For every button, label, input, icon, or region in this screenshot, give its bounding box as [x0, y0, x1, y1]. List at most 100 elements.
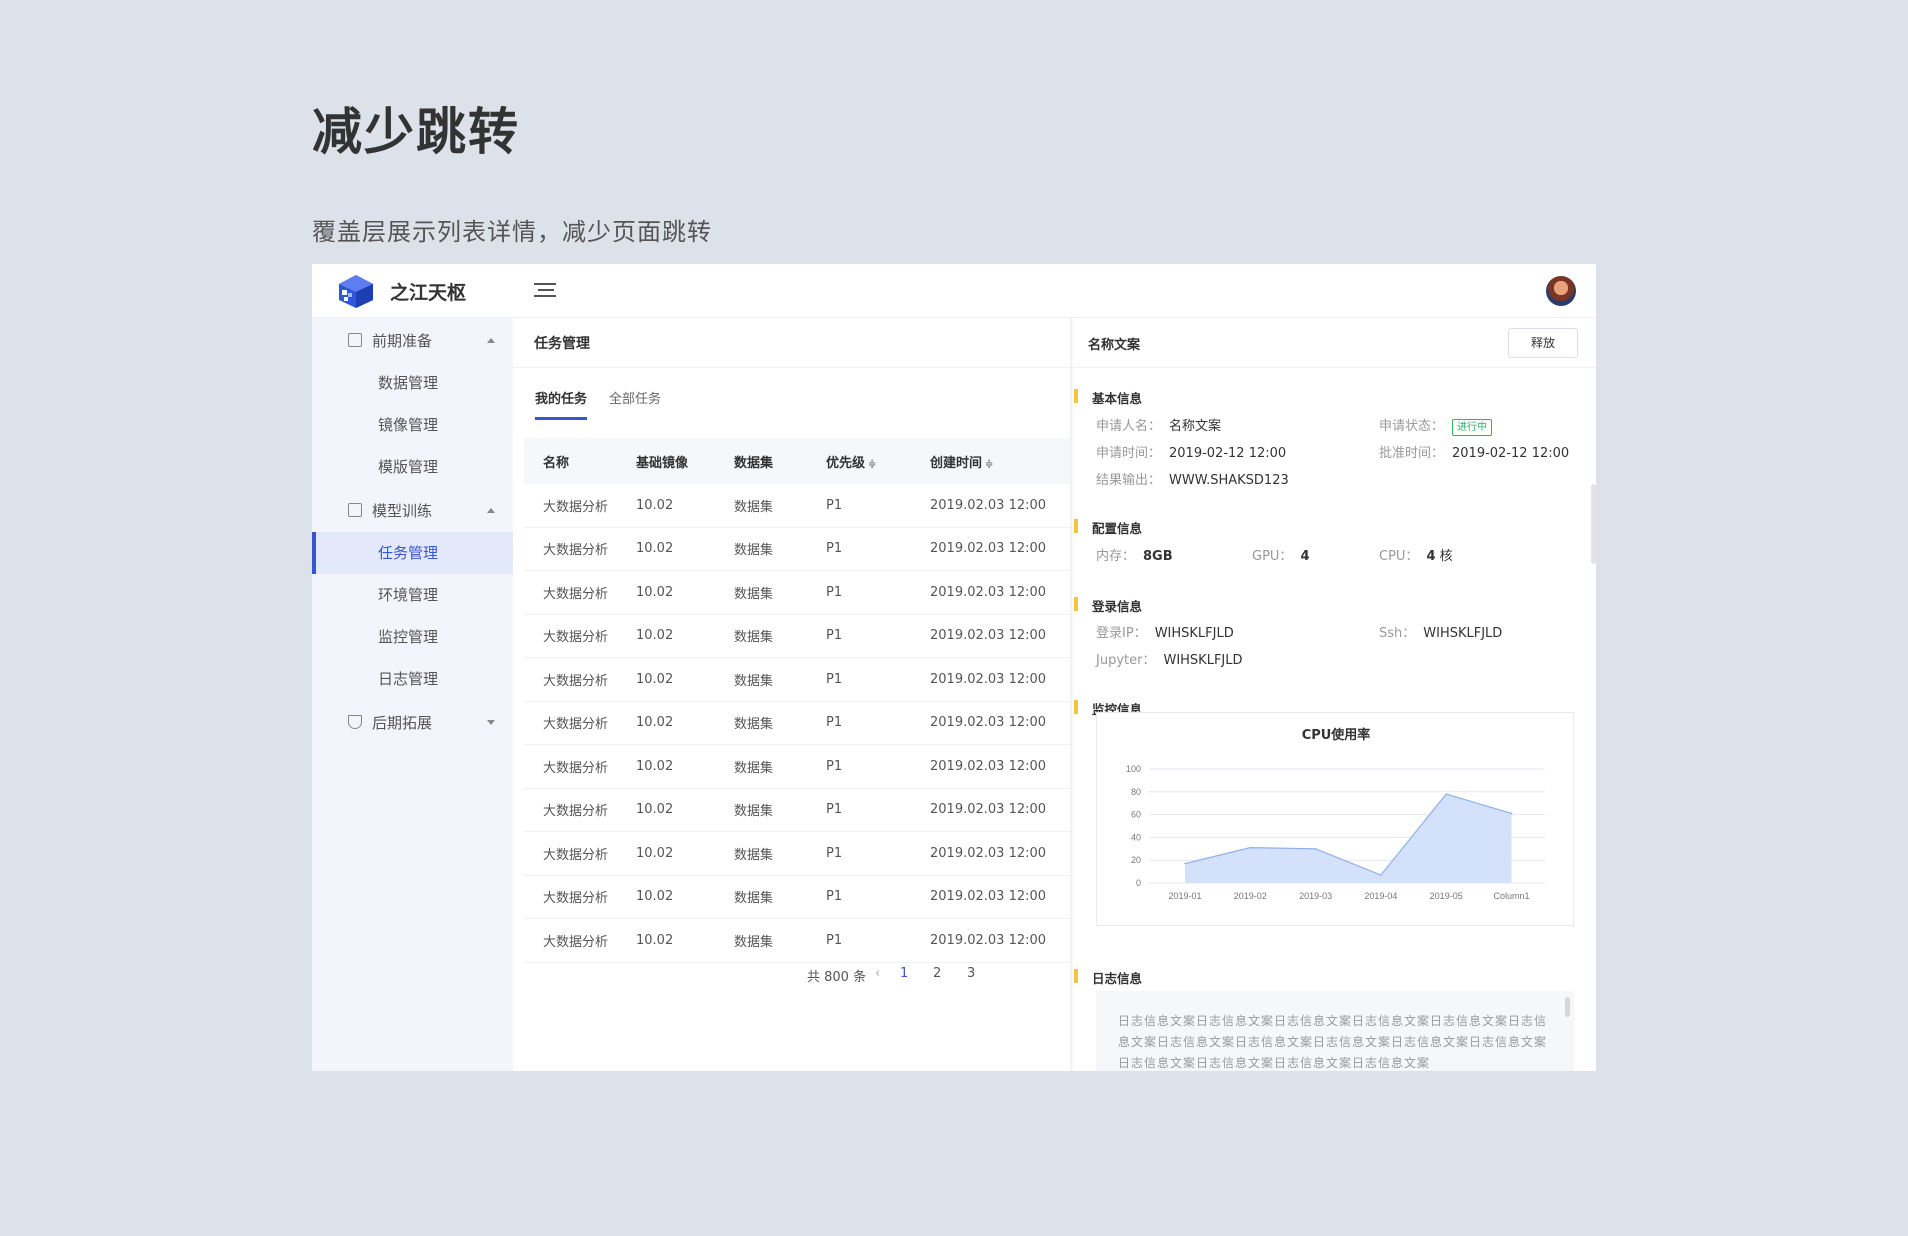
- brand-name: 之江天枢: [390, 282, 467, 304]
- table-row[interactable]: 大数据分析 10.02 数据集 P1 2019.02.03 12:00: [524, 702, 1070, 745]
- sidebar-group-training[interactable]: 模型训练: [312, 490, 513, 530]
- column-header-image: 基础镜像: [636, 455, 689, 471]
- page-title: 任务管理: [534, 336, 590, 352]
- cell-priority: P1: [826, 628, 843, 644]
- sidebar-group-prep[interactable]: 前期准备: [312, 320, 513, 360]
- sort-icon[interactable]: ≑: [868, 459, 876, 470]
- sidebar-item-log[interactable]: 日志管理: [312, 658, 513, 700]
- cell-name: 大数据分析: [543, 499, 609, 515]
- cell-created: 2019.02.03 12:00: [930, 671, 1047, 687]
- table-row[interactable]: 大数据分析 10.02 数据集 P1 2019.02.03 12:00: [524, 789, 1070, 832]
- cell-created: 2019.02.03 12:00: [930, 628, 1047, 644]
- data-point: [1380, 874, 1382, 876]
- jupyter-field: Jupyter： WIHSKLFJLD: [1096, 653, 1243, 668]
- hero-subtitle: 覆盖层展示列表详情，减少页面跳转: [312, 218, 712, 246]
- table-row[interactable]: 大数据分析 10.02 数据集 P1 2019.02.03 12:00: [524, 658, 1070, 702]
- status-field: 申请状态： 进行中: [1379, 415, 1493, 436]
- cell-dataset: 数据集: [734, 891, 774, 907]
- table-row[interactable]: 大数据分析 10.02 数据集 P1 2019.02.03 12:00: [524, 745, 1070, 789]
- sidebar: 前期准备 数据管理 镜像管理 模版管理 模型训练 任务管理 环境管理 监控管理 …: [312, 318, 513, 1071]
- menu-toggle-icon[interactable]: [534, 280, 556, 302]
- cell-created: 2019.02.03 12:00: [930, 541, 1047, 557]
- tab-all-tasks[interactable]: 全部任务: [609, 388, 661, 417]
- y-tick-label: 80: [1131, 787, 1141, 797]
- detail-header: 名称文案 释放: [1074, 318, 1596, 368]
- cell-priority: P1: [826, 497, 843, 513]
- table-header: 名称 基础镜像 数据集 优先级 ≑ 创建时间 ≑: [524, 438, 1070, 484]
- sort-icon[interactable]: ≑: [985, 459, 993, 470]
- copy-icon: [348, 333, 362, 347]
- sidebar-item-template[interactable]: 模版管理: [312, 446, 513, 488]
- cell-priority: P1: [826, 802, 843, 818]
- cell-dataset: 数据集: [734, 543, 774, 559]
- detail-scrollbar[interactable]: [1591, 484, 1596, 564]
- app-window: 之江天枢 前期准备 数据管理 镜像管理 模版管理 模型训练 任务管理 环境管理 …: [312, 264, 1596, 1071]
- table-row[interactable]: 大数据分析 10.02 数据集 P1 2019.02.03 12:00: [524, 615, 1070, 658]
- sidebar-item-task[interactable]: 任务管理: [312, 532, 513, 574]
- column-header-name: 名称: [543, 455, 570, 471]
- chevron-up-icon: [487, 337, 495, 343]
- detail-panel: 名称文案 释放 基本信息 申请人名： 名称文案 申请状态： 进行中 申请时间： 201…: [1074, 318, 1596, 1071]
- log-output: 日志信息文案日志信息文案日志信息文案日志信息文案日志信息文案日志信息文案日志信息…: [1096, 991, 1574, 1071]
- sidebar-item-data[interactable]: 数据管理: [312, 362, 513, 404]
- data-point: [1510, 812, 1513, 815]
- data-point: [1314, 848, 1317, 850]
- cell-dataset: 数据集: [734, 760, 774, 776]
- table-row[interactable]: 大数据分析 10.02 数据集 P1 2019.02.03 12:00: [524, 484, 1070, 528]
- memory-field: 内存： 8GB: [1096, 549, 1173, 564]
- tab-my-tasks[interactable]: 我的任务: [535, 388, 588, 420]
- chevron-up-icon: [487, 507, 495, 513]
- table-row[interactable]: 大数据分析 10.02 数据集 P1 2019.02.03 12:00: [524, 876, 1070, 919]
- prev-page-icon[interactable]: ‹: [875, 966, 880, 981]
- cell-image: 10.02: [636, 628, 674, 644]
- sidebar-item-image[interactable]: 镜像管理: [312, 404, 513, 446]
- log-scrollbar[interactable]: [1565, 997, 1570, 1017]
- sidebar-item-environment[interactable]: 环境管理: [312, 574, 513, 616]
- table-row[interactable]: 大数据分析 10.02 数据集 P1 2019.02.03 12:00: [524, 528, 1070, 571]
- cube-logo-icon[interactable]: [336, 273, 376, 309]
- shield-check-icon: [348, 715, 362, 729]
- cell-image: 10.02: [636, 584, 674, 600]
- cpu-chart: CPU使用率 0 20 40 60 80 100 2019-01 2019-02 2019-03…: [1096, 712, 1574, 926]
- data-point: [1184, 862, 1186, 865]
- cell-dataset: 数据集: [734, 673, 774, 689]
- cell-created: 2019.02.03 12:00: [930, 497, 1047, 513]
- table-row[interactable]: 大数据分析 10.02 数据集 P1 2019.02.03 12:00: [524, 919, 1070, 963]
- user-avatar[interactable]: [1546, 276, 1576, 306]
- cell-dataset: 数据集: [734, 847, 774, 863]
- cell-priority: P1: [826, 715, 843, 731]
- cell-priority: P1: [826, 845, 843, 861]
- cell-name: 大数据分析: [543, 586, 609, 602]
- cell-image: 10.02: [636, 715, 674, 731]
- cell-image: 10.02: [636, 889, 674, 905]
- release-button[interactable]: 释放: [1508, 328, 1578, 358]
- sidebar-group-label: 模型训练: [372, 501, 433, 520]
- top-bar: 之江天枢: [312, 264, 1596, 318]
- cell-image: 10.02: [636, 932, 674, 948]
- column-header-label: 创建时间: [930, 455, 983, 471]
- applicant-field: 申请人名： 名称文案: [1096, 419, 1222, 434]
- task-table: 名称 基础镜像 数据集 优先级 ≑ 创建时间 ≑ 大数据分析 10.02 数据集 P1 20…: [524, 438, 1070, 963]
- table-row[interactable]: 大数据分析 10.02 数据集 P1 2019.02.03 12:00: [524, 571, 1070, 615]
- data-point: [1445, 793, 1447, 795]
- page-1[interactable]: 1: [900, 966, 908, 981]
- page-2[interactable]: 2: [933, 966, 941, 981]
- section-title-log: 日志信息: [1074, 968, 1142, 987]
- hero-title: 减少跳转: [312, 103, 520, 161]
- cell-dataset: 数据集: [734, 499, 774, 515]
- sidebar-item-monitor[interactable]: 监控管理: [312, 616, 513, 658]
- y-tick-label: 100: [1126, 764, 1141, 774]
- sidebar-group-extension[interactable]: 后期拓展: [312, 702, 513, 742]
- cell-created: 2019.02.03 12:00: [930, 889, 1047, 905]
- x-tick-label: 2019-02: [1234, 891, 1267, 901]
- status-badge: 进行中: [1452, 419, 1493, 436]
- table-row[interactable]: 大数据分析 10.02 数据集 P1 2019.02.03 12:00: [524, 832, 1070, 876]
- column-header-label: 优先级: [826, 455, 866, 471]
- cell-image: 10.02: [636, 845, 674, 861]
- page-3[interactable]: 3: [967, 966, 975, 981]
- section-title-login: 登录信息: [1074, 596, 1142, 615]
- approve-time-field: 批准时间： 2019-02-12 12:00: [1379, 446, 1570, 461]
- column-header-created[interactable]: 创建时间 ≑: [930, 452, 1070, 471]
- cell-image: 10.02: [636, 541, 674, 557]
- column-header-priority[interactable]: 优先级 ≑: [826, 452, 930, 471]
